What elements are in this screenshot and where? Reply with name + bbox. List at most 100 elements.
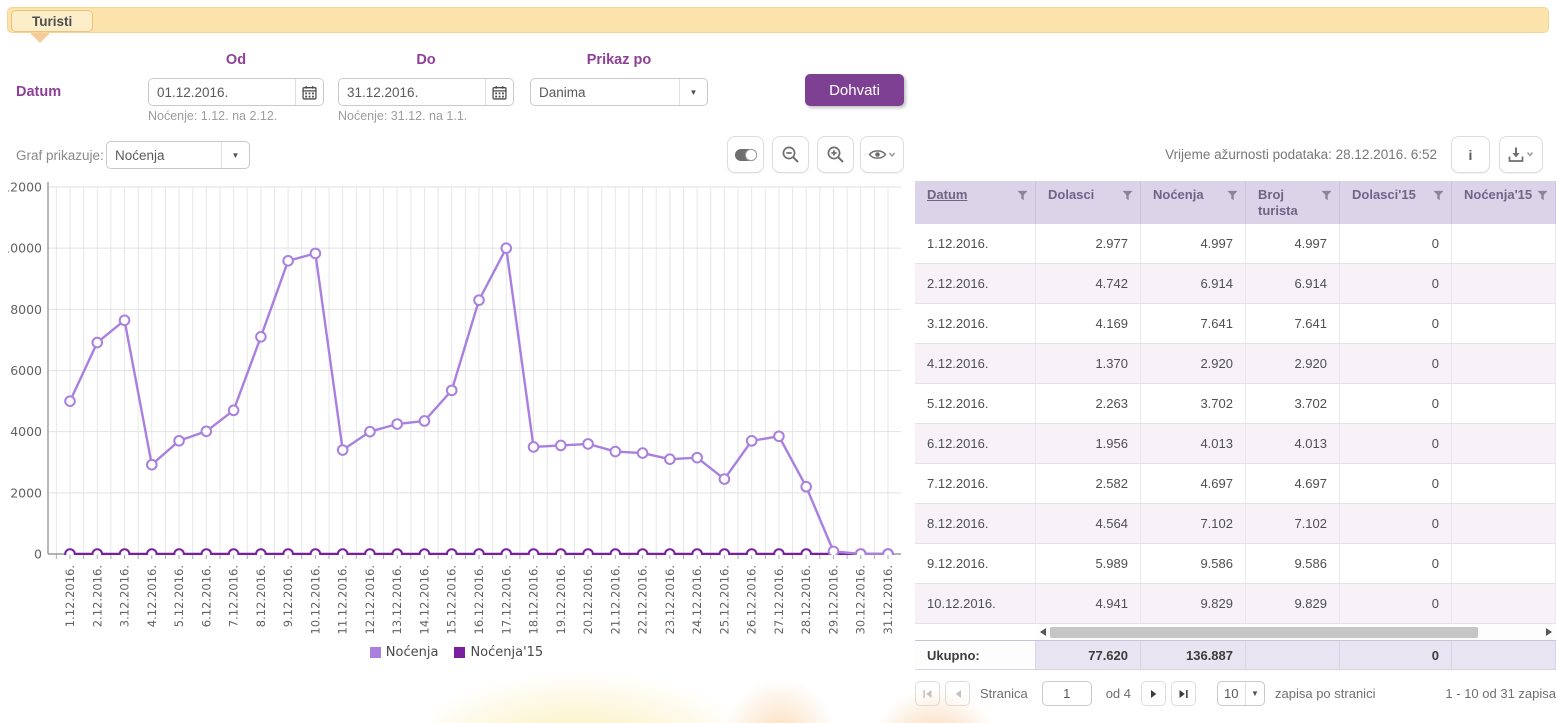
table-cell bbox=[1452, 384, 1556, 424]
toggle-series-button[interactable] bbox=[727, 136, 764, 173]
next-page-button[interactable] bbox=[1141, 681, 1166, 706]
scrollbar-thumb[interactable] bbox=[1050, 627, 1478, 638]
column-header-dolasci-15[interactable]: Dolasci'15 bbox=[1340, 181, 1452, 224]
last-page-icon bbox=[1178, 689, 1189, 699]
table-row[interactable]: 6.12.2016.1.9564.0134.0130 bbox=[915, 424, 1556, 464]
table-cell: 4.697 bbox=[1141, 464, 1246, 504]
table-cell: 7.641 bbox=[1246, 304, 1340, 344]
svg-text:12.12.2016.: 12.12.2016. bbox=[363, 565, 377, 635]
table-header-row: DatumDolasciNoćenjaBroj turistaDolasci'1… bbox=[915, 181, 1556, 224]
table-cell bbox=[1452, 504, 1556, 544]
totals-cell: 0 bbox=[1340, 641, 1452, 669]
table-cell: 4.742 bbox=[1036, 264, 1141, 304]
page-size-label: zapisa po stranici bbox=[1275, 686, 1375, 701]
page-count-label: od 4 bbox=[1106, 686, 1131, 701]
zoom-out-button[interactable] bbox=[772, 136, 809, 173]
calendar-icon[interactable] bbox=[295, 79, 323, 105]
svg-text:6000: 6000 bbox=[10, 363, 42, 378]
table-cell: 1.12.2016. bbox=[915, 224, 1036, 264]
table-cell: 2.920 bbox=[1246, 344, 1340, 384]
table-cell: 4.169 bbox=[1036, 304, 1141, 344]
svg-text:21.12.2016.: 21.12.2016. bbox=[608, 565, 622, 635]
svg-text:26.12.2016.: 26.12.2016. bbox=[745, 565, 759, 635]
info-button[interactable]: i bbox=[1451, 136, 1490, 173]
legend-item[interactable]: Noćenja bbox=[370, 645, 439, 660]
table-cell: 0 bbox=[1340, 384, 1452, 424]
filter-icon[interactable] bbox=[1227, 190, 1238, 201]
zoom-in-button[interactable] bbox=[817, 136, 854, 173]
table-row[interactable]: 5.12.2016.2.2633.7023.7020 bbox=[915, 384, 1556, 424]
svg-text:9.12.2016.: 9.12.2016. bbox=[281, 565, 295, 627]
date-to-input[interactable] bbox=[339, 79, 485, 105]
column-header-no-enja-15[interactable]: Noćenja'15 bbox=[1452, 181, 1556, 224]
tab-turisti[interactable]: Turisti bbox=[11, 10, 93, 32]
svg-text:23.12.2016.: 23.12.2016. bbox=[663, 565, 677, 635]
svg-text:11.12.2016.: 11.12.2016. bbox=[336, 565, 350, 635]
column-header-no-enja[interactable]: Noćenja bbox=[1141, 181, 1246, 224]
svg-text:24.12.2016.: 24.12.2016. bbox=[690, 565, 704, 635]
table-cell: 2.977 bbox=[1036, 224, 1141, 264]
graf-prikazuje-label: Graf prikazuje: bbox=[16, 148, 104, 163]
table-cell: 9.586 bbox=[1141, 544, 1246, 584]
calendar-icon[interactable] bbox=[485, 79, 513, 105]
page-size-value: 10 bbox=[1218, 682, 1246, 705]
svg-text:15.12.2016.: 15.12.2016. bbox=[445, 565, 459, 635]
table-row[interactable]: 3.12.2016.4.1697.6417.6410 bbox=[915, 304, 1556, 344]
date-from-input[interactable] bbox=[149, 79, 295, 105]
table-row[interactable]: 9.12.2016.5.9899.5869.5860 bbox=[915, 544, 1556, 584]
filter-icon[interactable] bbox=[1017, 190, 1028, 201]
line-chart[interactable]: 0200040006000800010000120001.12.2016.2.1… bbox=[8, 182, 905, 644]
table-cell: 7.641 bbox=[1141, 304, 1246, 344]
svg-text:10.12.2016.: 10.12.2016. bbox=[308, 565, 322, 635]
first-page-icon bbox=[922, 689, 933, 699]
scroll-left-arrow[interactable] bbox=[1036, 624, 1050, 640]
table-row[interactable]: 10.12.2016.4.9419.8299.8290 bbox=[915, 584, 1556, 624]
first-page-button[interactable] bbox=[915, 681, 940, 706]
scroll-right-arrow[interactable] bbox=[1542, 624, 1556, 640]
filter-icon[interactable] bbox=[1537, 190, 1548, 201]
datum-row-label: Datum bbox=[16, 84, 61, 100]
table-cell: 0 bbox=[1340, 584, 1452, 624]
table-cell: 2.582 bbox=[1036, 464, 1141, 504]
table-cell: 0 bbox=[1340, 344, 1452, 384]
scrollbar-track[interactable] bbox=[1050, 624, 1542, 640]
dohvati-button[interactable]: Dohvati bbox=[805, 74, 904, 106]
previous-page-button[interactable] bbox=[945, 681, 970, 706]
table-cell: 0 bbox=[1340, 264, 1452, 304]
table-cell: 0 bbox=[1340, 304, 1452, 344]
last-page-button[interactable] bbox=[1171, 681, 1196, 706]
prikaz-po-select[interactable]: Danima ▼ bbox=[530, 78, 708, 106]
table-row[interactable]: 7.12.2016.2.5824.6974.6970 bbox=[915, 464, 1556, 504]
export-button[interactable] bbox=[1499, 136, 1543, 173]
legend-item[interactable]: Noćenja'15 bbox=[454, 645, 543, 660]
column-header-dolasci[interactable]: Dolasci bbox=[1036, 181, 1141, 224]
svg-text:5.12.2016.: 5.12.2016. bbox=[172, 565, 186, 627]
column-header-broj-turista[interactable]: Broj turista bbox=[1246, 181, 1340, 224]
horizontal-scrollbar[interactable] bbox=[915, 624, 1556, 640]
table-cell: 0 bbox=[1340, 464, 1452, 504]
svg-text:1.12.2016.: 1.12.2016. bbox=[63, 565, 77, 627]
table-cell: 6.914 bbox=[1246, 264, 1340, 304]
page-number-input[interactable] bbox=[1042, 681, 1092, 706]
table-row[interactable]: 1.12.2016.2.9774.9974.9970 bbox=[915, 224, 1556, 264]
svg-text:4000: 4000 bbox=[10, 424, 42, 439]
table-row[interactable]: 8.12.2016.4.5647.1027.1020 bbox=[915, 504, 1556, 544]
column-header-datum[interactable]: Datum bbox=[915, 181, 1036, 224]
svg-text:19.12.2016.: 19.12.2016. bbox=[554, 565, 568, 635]
table-row[interactable]: 4.12.2016.1.3702.9202.9200 bbox=[915, 344, 1556, 384]
table-row[interactable]: 2.12.2016.4.7426.9146.9140 bbox=[915, 264, 1556, 304]
filter-icon[interactable] bbox=[1321, 190, 1332, 201]
filter-icon[interactable] bbox=[1433, 190, 1444, 201]
table-cell: 9.12.2016. bbox=[915, 544, 1036, 584]
chevron-down-icon: ▼ bbox=[222, 142, 249, 168]
totals-label: Ukupno: bbox=[915, 641, 1036, 669]
graf-prikazuje-select[interactable]: Noćenja ▼ bbox=[106, 141, 250, 169]
table-cell: 2.12.2016. bbox=[915, 264, 1036, 304]
filter-icon[interactable] bbox=[1122, 190, 1133, 201]
page-size-select[interactable]: 10 ▼ bbox=[1217, 681, 1265, 706]
graf-prikazuje-value: Noćenja bbox=[107, 142, 222, 168]
visibility-menu-button[interactable] bbox=[860, 136, 904, 173]
svg-text:10000: 10000 bbox=[8, 241, 42, 256]
table-cell: 2.263 bbox=[1036, 384, 1141, 424]
table-meta-bar: Vrijeme ažurnosti podataka: 28.12.2016. … bbox=[915, 136, 1543, 173]
